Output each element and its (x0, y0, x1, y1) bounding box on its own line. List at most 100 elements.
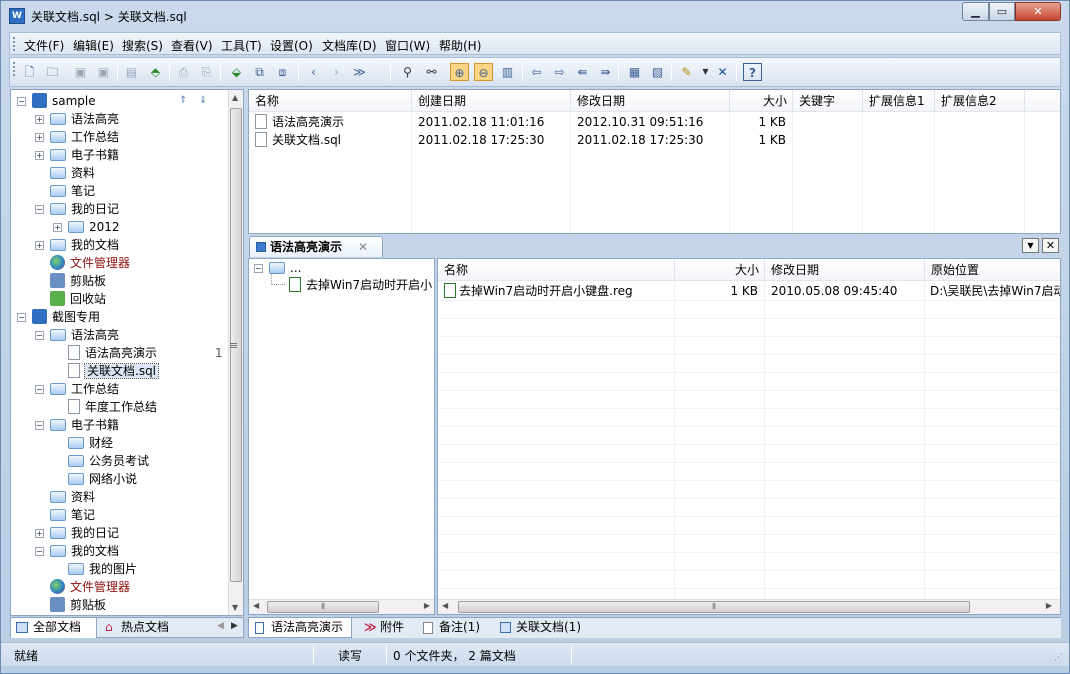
tree-node[interactable]: − 我的日记 (35, 200, 119, 218)
attach-icon[interactable]: ▧ (648, 63, 667, 81)
tree-node[interactable]: 文件管理器 (35, 254, 130, 272)
tab-preview-document[interactable]: 语法高亮演示 ✕ (249, 236, 383, 257)
tree-node[interactable]: 财经 (53, 434, 113, 452)
scroll-right-icon[interactable]: ▶ (1046, 601, 1052, 610)
menu-settings[interactable]: 设置(O) (270, 37, 313, 54)
table-row[interactable]: 去掉Win7启动时开启小键盘.reg 1 KB 2010.05.08 09:45… (438, 282, 1060, 300)
tree-node[interactable]: 关联文档.sql (53, 362, 160, 380)
tree-node[interactable]: 去掉Win7启动时开启小 (289, 276, 432, 294)
nav-right-icon[interactable]: ⇨ (550, 63, 569, 81)
menu-edit[interactable]: 编辑(E) (73, 37, 114, 54)
tree-node[interactable]: 资料 (35, 488, 95, 506)
column-header-name[interactable]: 名称 (438, 259, 675, 281)
tree-node[interactable]: 资料 (35, 164, 95, 182)
horizontal-scrollbar[interactable]: ◀ ⦀ ▶ (438, 599, 1060, 614)
tree-node[interactable]: +2012 (53, 218, 120, 236)
column-header-modified[interactable]: 修改日期 (571, 90, 730, 112)
tree-node[interactable]: 网络小说 (53, 470, 137, 488)
tree-node[interactable]: 笔记 (35, 506, 95, 524)
horizontal-scrollbar[interactable]: ◀ ⦀ ▶ (249, 599, 434, 614)
column-header-name[interactable]: 名称 (249, 90, 412, 112)
resize-grip-icon[interactable]: ⋰ (1054, 653, 1063, 663)
tree-node[interactable]: 回收站 (35, 290, 106, 308)
print-icon[interactable]: ⎙ (174, 63, 193, 81)
menu-tools[interactable]: 工具(T) (221, 37, 262, 54)
tab-attachments[interactable]: ≫ 附件 (358, 618, 416, 638)
back-icon[interactable]: ‹ (304, 63, 323, 81)
splitter-grip[interactable]: ≡ (229, 339, 238, 352)
collapse-icon[interactable]: − (17, 97, 26, 106)
copy-icon[interactable]: ⧉ (250, 63, 269, 81)
tree-node[interactable]: − 我的文档 (35, 542, 119, 560)
nav-left-icon[interactable]: ⇦ (527, 63, 546, 81)
column-header-modified[interactable]: 修改日期 (765, 259, 925, 281)
tab-all-documents[interactable]: 全部文档 (11, 618, 97, 638)
collapse-icon[interactable]: − (35, 331, 44, 340)
tree-node[interactable]: + 我的日记 (35, 524, 119, 542)
menu-grip[interactable] (13, 37, 16, 51)
column-header-location[interactable]: 原始位置 (925, 259, 1060, 281)
tab-scroll-right-icon[interactable]: ▶ (231, 621, 238, 631)
tab-scroll-left-icon[interactable]: ◀ (217, 621, 224, 631)
export-icon[interactable]: ⬘ (146, 63, 165, 81)
tree-node[interactable]: 文件管理器 (35, 578, 130, 596)
menu-view[interactable]: 查看(V) (171, 37, 213, 54)
paste-icon[interactable]: ⧈ (273, 63, 292, 81)
collapse-icon[interactable]: − (35, 205, 44, 214)
find-replace-icon[interactable]: ⚯ (422, 63, 441, 81)
close-button[interactable]: ✕ (1015, 2, 1061, 21)
move-up-icon[interactable]: ⇑ (179, 95, 187, 106)
tab-close-icon[interactable]: ✕ (358, 237, 368, 257)
tab-hot-documents[interactable]: ⌂ 热点文档 (99, 618, 199, 638)
table-row[interactable]: 语法高亮演示 2011.02.18 11:01:16 2012.10.31 09… (249, 113, 1060, 131)
menu-search[interactable]: 搜索(S) (122, 37, 163, 54)
expand-icon[interactable]: + (35, 151, 44, 160)
pane-menu-button[interactable]: ▼ (1022, 238, 1039, 253)
nav-last-icon[interactable]: ⇛ (596, 63, 615, 81)
tree-node[interactable]: − sample (17, 92, 96, 110)
new-icon[interactable]: 🗋 (20, 63, 39, 81)
print-preview-icon[interactable]: ⎘ (197, 63, 216, 81)
zoom-in-icon[interactable]: ⊕ (450, 63, 469, 81)
scroll-down-icon[interactable]: ▼ (232, 603, 238, 612)
save-as-icon[interactable]: ▤ (122, 63, 141, 81)
collapse-icon[interactable]: − (35, 421, 44, 430)
tree-node[interactable]: + 我的文档 (35, 236, 119, 254)
tab-related-documents[interactable]: 关联文档(1) (494, 618, 594, 638)
delete-icon[interactable]: ✕ (713, 63, 732, 81)
scroll-left-icon[interactable]: ◀ (442, 601, 448, 610)
column-header-created[interactable]: 创建日期 (412, 90, 571, 112)
fit-icon[interactable]: ▥ (498, 63, 517, 81)
expand-icon[interactable]: + (35, 529, 44, 538)
toolbar-grip[interactable] (13, 62, 16, 76)
jump-icon[interactable]: ≫ (350, 63, 369, 81)
properties-icon[interactable]: ▦ (625, 63, 644, 81)
tree-node[interactable]: − 语法高亮 (35, 326, 119, 344)
tree-node[interactable]: + 电子书籍 (35, 146, 119, 164)
forward-icon[interactable]: › (327, 63, 346, 81)
tree-node[interactable]: − 电子书籍 (35, 416, 119, 434)
zoom-out-icon[interactable]: ⊖ (474, 63, 493, 81)
open-icon[interactable]: 🗀 (43, 63, 62, 81)
pen-icon[interactable]: ✎ (677, 63, 696, 81)
scroll-thumb[interactable]: ⦀ (458, 601, 970, 613)
collapse-icon[interactable]: − (35, 385, 44, 394)
maximize-button[interactable]: ▭ (989, 2, 1015, 21)
menu-help[interactable]: 帮助(H) (439, 37, 481, 54)
expand-icon[interactable]: + (53, 223, 62, 232)
help-icon[interactable]: ? (743, 63, 762, 81)
tree-node[interactable]: + 语法高亮 (35, 110, 119, 128)
tree-node[interactable]: 语法高亮演示 1 (53, 344, 223, 362)
expand-icon[interactable]: + (35, 115, 44, 124)
tree-node[interactable]: − 截图专用 (17, 308, 100, 326)
pane-close-button[interactable]: ✕ (1042, 238, 1059, 253)
minimize-button[interactable]: ▁ (962, 2, 989, 21)
tree-node[interactable]: 我的图片 (53, 560, 137, 578)
menu-library[interactable]: 文档库(D) (322, 37, 377, 54)
table-row[interactable]: 关联文档.sql 2011.02.18 17:25:30 2011.02.18 … (249, 131, 1060, 149)
column-header-size[interactable]: 大小 (730, 90, 793, 112)
column-header-ext2[interactable]: 扩展信息2 (935, 90, 1025, 112)
scroll-left-icon[interactable]: ◀ (253, 601, 259, 610)
menu-file[interactable]: 文件(F) (24, 37, 64, 54)
tree-node[interactable]: 剪贴板 (35, 596, 106, 614)
